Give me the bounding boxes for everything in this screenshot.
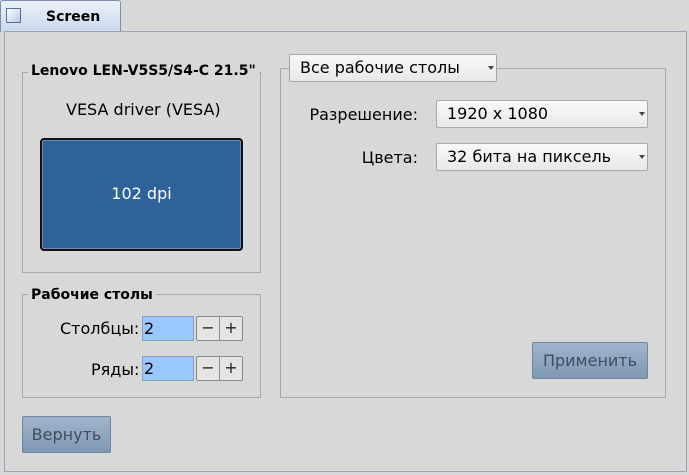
rows-label: Ряды:	[91, 360, 140, 379]
tab-label: Screen	[46, 9, 101, 25]
resolution-label: Разрешение:	[309, 105, 418, 124]
revert-button[interactable]: Вернуть	[22, 416, 111, 453]
columns-label: Столбцы:	[60, 319, 140, 338]
rows-stepper: − +	[196, 356, 243, 381]
rows-increment-button[interactable]: +	[219, 357, 242, 380]
window-icon	[6, 8, 21, 23]
colors-value: 32 бита на пиксель	[447, 147, 612, 166]
monitor-group-title: Lenovo LEN-V5S5/S4-C 21.5"	[28, 63, 259, 79]
colors-label: Цвета:	[361, 148, 418, 167]
rows-input[interactable]: 2	[142, 356, 194, 381]
columns-input[interactable]: 2	[142, 316, 194, 341]
dpi-label: 102 dpi	[111, 184, 172, 203]
columns-increment-button[interactable]: +	[219, 317, 242, 340]
driver-label: VESA driver (VESA)	[66, 100, 221, 119]
chevron-down-icon	[639, 155, 645, 159]
columns-decrement-button[interactable]: −	[197, 317, 219, 340]
colors-select[interactable]: 32 бита на пиксель	[436, 143, 648, 171]
apply-button[interactable]: Применить	[532, 342, 648, 379]
desktops-group	[22, 294, 261, 398]
rows-decrement-button[interactable]: −	[197, 357, 219, 380]
columns-stepper: − +	[196, 316, 243, 341]
workspace-selector-value: Все рабочие столы	[300, 58, 460, 77]
monitor-preview[interactable]: 102 dpi	[40, 138, 243, 251]
tab-screen[interactable]: Screen	[0, 0, 121, 32]
resolution-select[interactable]: 1920 x 1080	[436, 100, 648, 128]
chevron-down-icon	[639, 112, 645, 116]
workspace-selector[interactable]: Все рабочие столы	[289, 54, 497, 82]
chevron-down-icon	[488, 66, 494, 70]
resolution-value: 1920 x 1080	[447, 104, 549, 123]
desktops-group-title: Рабочие столы	[28, 287, 156, 303]
